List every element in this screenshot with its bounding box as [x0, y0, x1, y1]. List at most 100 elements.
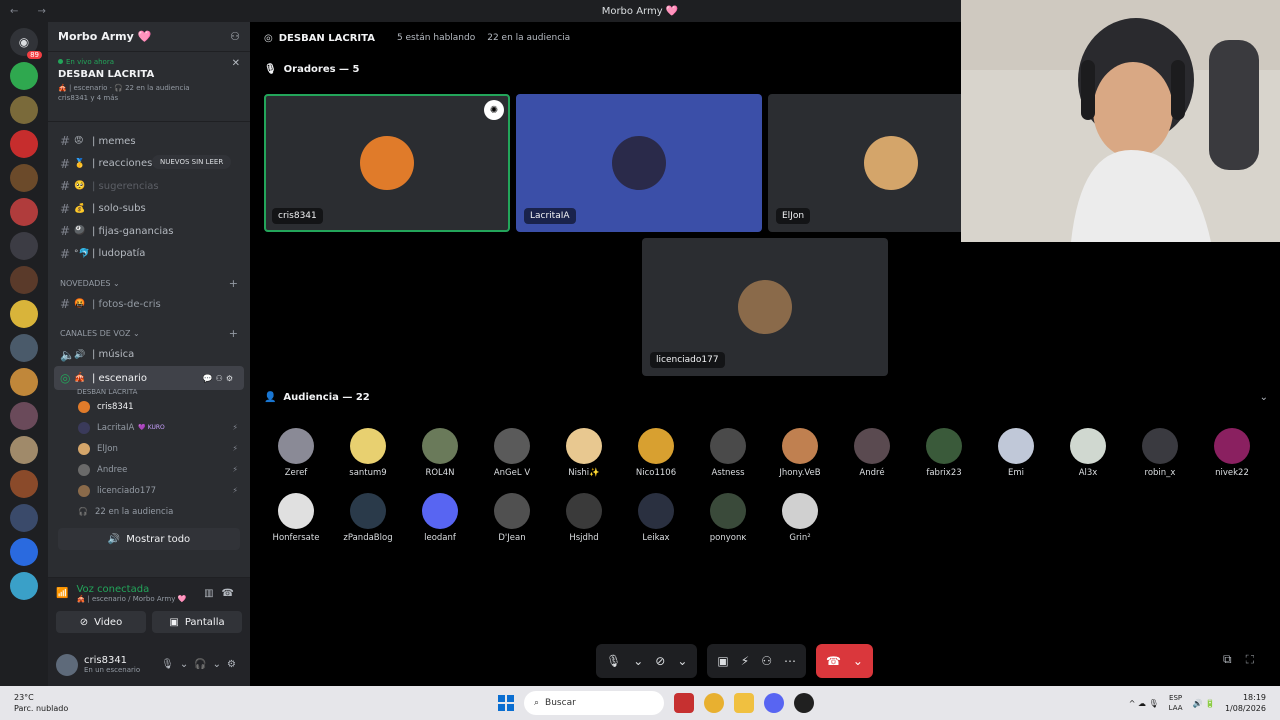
stream-off-icon: ⚡: [740, 654, 750, 668]
audience-member[interactable]: santum9: [338, 428, 398, 478]
username[interactable]: cris8341: [84, 655, 140, 666]
audience-member[interactable]: Emi: [986, 428, 1046, 478]
app-icon-other[interactable]: [794, 693, 814, 713]
audience-member[interactable]: ROL4N: [410, 428, 470, 478]
direct-messages-button[interactable]: ◉ 89: [10, 28, 42, 59]
text-channel[interactable]: # °🐬 | ludopatía: [48, 243, 250, 266]
audience-name: santum9: [349, 468, 387, 478]
audience-member[interactable]: fabrix23: [914, 428, 974, 478]
server-icon[interactable]: [10, 96, 38, 124]
audience-member[interactable]: Leikax: [626, 493, 686, 543]
search-input[interactable]: ⌕ Buscar: [524, 691, 664, 715]
mic-headphone-settings-icons[interactable]: 🎙⌄🎧⌄⚙: [161, 659, 242, 670]
audience-member[interactable]: robin_x: [1130, 428, 1190, 478]
folder-icon[interactable]: [734, 693, 754, 713]
user-panel: cris8341 En un escenario 🎙⌄🎧⌄⚙: [48, 643, 250, 686]
text-channel[interactable]: # 💰 | solo-subs: [48, 198, 250, 221]
language-indicator[interactable]: ESP LAA: [1169, 693, 1183, 713]
new-unread-button[interactable]: NUEVOS SIN LEER: [152, 155, 232, 169]
system-tray: ^ ☁ 🎙 ESP LAA 🔊 🔋 18:19 1/08/2026: [1129, 692, 1266, 714]
audience-member[interactable]: zPandaBlog: [338, 493, 398, 543]
activity-controls[interactable]: ▣ ⚡ ⚇ ⋯: [707, 644, 806, 678]
video-button[interactable]: ⊘ Video: [56, 611, 146, 633]
server-header[interactable]: Morbo Army 🩷 ⚇: [48, 22, 250, 52]
leave-call-button[interactable]: ☎ ⌄: [815, 644, 873, 678]
category-novedades[interactable]: NOVEDADES ⌄ +: [48, 273, 250, 293]
speaker-name: LacritaIA: [524, 208, 576, 224]
screen-share-button[interactable]: ▣ Pantalla: [152, 611, 242, 633]
server-icon[interactable]: [10, 538, 38, 566]
voice-user[interactable]: cris8341: [48, 396, 250, 417]
tray-icons[interactable]: ^ ☁ 🎙: [1129, 699, 1159, 708]
speaker-tile[interactable]: licenciado177: [642, 238, 888, 376]
audience-member[interactable]: Zeref: [266, 428, 326, 478]
live-stage-card[interactable]: En vivo ahora DESBAN LACRITA 🎪 | escenar…: [48, 52, 250, 122]
speaker-tile[interactable]: LacritaIA: [516, 94, 762, 232]
server-icon[interactable]: [10, 266, 38, 294]
signal-icon[interactable]: 📶: [56, 588, 68, 599]
mic-control[interactable]: 🎙 ⌄ ⊘ ⌄: [596, 644, 698, 678]
audience-member[interactable]: Hsjdhd: [554, 493, 614, 543]
live-stage-title: DESBAN LACRITA: [58, 69, 155, 80]
voice-channel-path[interactable]: 🎪 | escenario / Morbo Army 🩷: [76, 595, 186, 603]
audience-member[interactable]: leodanf: [410, 493, 470, 543]
text-channel[interactable]: # 🥺 | sugerencias: [48, 175, 250, 198]
weather-widget[interactable]: 23°C Parc. nublado: [14, 692, 68, 714]
audience-name: ponyonĸ: [709, 533, 747, 543]
audience-member[interactable]: Al3x: [1058, 428, 1118, 478]
audience-member[interactable]: André: [842, 428, 902, 478]
server-icon[interactable]: [10, 62, 38, 90]
invite-icon[interactable]: ⚇: [230, 30, 240, 43]
disconnect-icon[interactable]: ▥☎: [204, 588, 242, 599]
audience-member[interactable]: D'Jean: [482, 493, 542, 543]
server-icon[interactable]: [10, 436, 38, 464]
audience-member[interactable]: Grin²: [770, 493, 830, 543]
audience-member[interactable]: AnGeL V: [482, 428, 542, 478]
avatar[interactable]: [56, 653, 78, 676]
voice-user[interactable]: ElJon ⚡: [48, 438, 250, 459]
channel-name: | solo-subs: [92, 203, 146, 215]
server-icon[interactable]: [10, 198, 38, 226]
channel-actions-icon[interactable]: 💬⚇⚙: [203, 374, 236, 383]
avatar: [422, 493, 458, 529]
popout-fullscreen-icons[interactable]: ⧉⛶: [1223, 652, 1268, 667]
speaker-tile[interactable]: cris8341 ✺: [264, 94, 510, 232]
audience-member[interactable]: Honfersate: [266, 493, 326, 543]
server-icon[interactable]: [10, 402, 38, 430]
server-icon[interactable]: [10, 232, 38, 260]
server-icon[interactable]: [10, 470, 38, 498]
server-icon[interactable]: [10, 130, 38, 158]
audience-member[interactable]: Astness: [698, 428, 758, 478]
chevron-down-icon[interactable]: ⌄: [1260, 392, 1268, 403]
voice-user[interactable]: LacritaIA 💜 KURO ⚡: [48, 417, 250, 438]
server-icon[interactable]: [10, 368, 38, 396]
text-channel[interactable]: # 🎱 | fijas-ganancias: [48, 220, 250, 243]
audience-member[interactable]: Jhony.VeB: [770, 428, 830, 478]
voice-user[interactable]: Andree ⚡: [48, 459, 250, 480]
audience-member[interactable]: nivek22: [1202, 428, 1262, 478]
voice-user[interactable]: licenciado177 ⚡: [48, 480, 250, 501]
channel-escenario[interactable]: ◎ 🎪 | escenario 💬⚇⚙: [54, 366, 244, 390]
app-icon-game[interactable]: [674, 693, 694, 713]
audience-note[interactable]: 🎧 22 en la audiencia: [48, 501, 250, 522]
category-canales-de-voz[interactable]: CANALES DE VOZ ⌄ +: [48, 324, 250, 344]
discord-icon[interactable]: [764, 693, 784, 713]
clock[interactable]: 18:19 1/08/2026: [1225, 692, 1266, 714]
chrome-icon[interactable]: [704, 693, 724, 713]
channel-musica[interactable]: 🔈 🔊 | música: [48, 344, 250, 367]
server-icon[interactable]: [10, 300, 38, 328]
text-channel[interactable]: # 😡 | memes: [48, 130, 250, 153]
channel-fotos-de-cris[interactable]: # 🤬 | fotos-de-cris: [48, 293, 250, 316]
audience-member[interactable]: ponyonĸ: [698, 493, 758, 543]
show-all-button[interactable]: 🔊 Mostrar todo: [58, 528, 240, 550]
close-icon[interactable]: ✕: [232, 58, 240, 69]
start-button[interactable]: [498, 695, 514, 711]
volume-icon[interactable]: 🔊 🔋: [1193, 699, 1215, 708]
audience-member[interactable]: Nishi✨: [554, 428, 614, 478]
server-icon[interactable]: [10, 572, 38, 600]
audience-member[interactable]: Nico1106: [626, 428, 686, 478]
voice-status: Voz conectada: [76, 584, 150, 595]
server-icon[interactable]: [10, 164, 38, 192]
server-icon[interactable]: [10, 334, 38, 362]
server-icon[interactable]: [10, 504, 38, 532]
